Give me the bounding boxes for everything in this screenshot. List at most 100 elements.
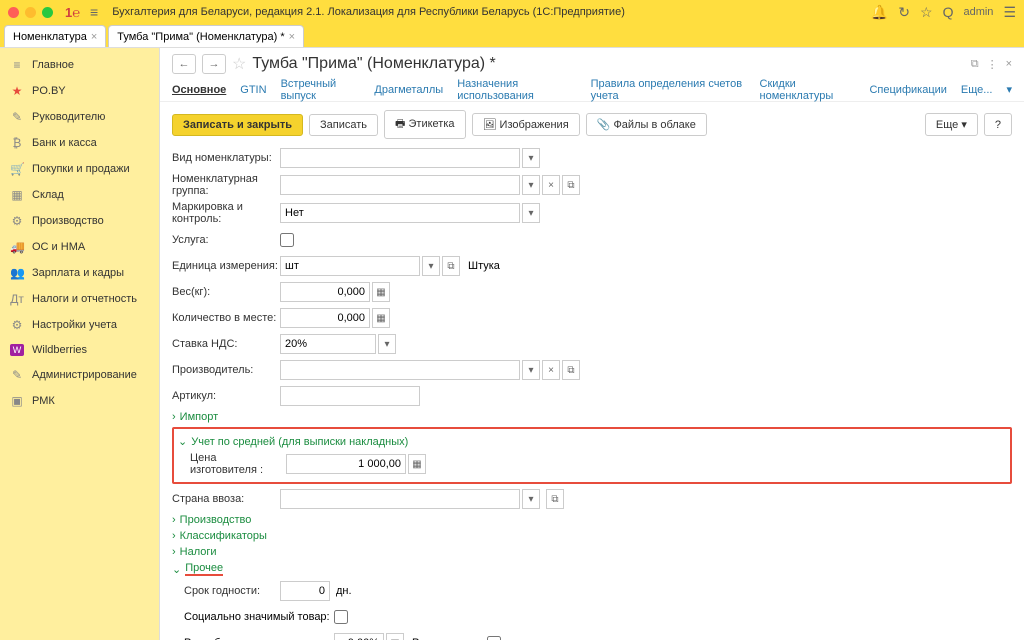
close-icon[interactable]: ×: [91, 31, 97, 43]
settings-icon[interactable]: ☰: [1003, 4, 1016, 21]
nav-warehouse[interactable]: ▦Склад: [0, 182, 159, 208]
nav-settings[interactable]: ⚙Настройки учета: [0, 312, 159, 338]
qty-field[interactable]: [280, 308, 370, 328]
minimize-window[interactable]: [25, 7, 36, 18]
tab-nomenclature[interactable]: Номенклатура ×: [4, 25, 106, 47]
link-icon[interactable]: ⧉: [971, 58, 979, 71]
section-avg[interactable]: Учет по средней (для выписки накладных): [178, 435, 1006, 448]
dropdown-icon[interactable]: ▾: [522, 148, 540, 168]
gear-icon: ⚙: [10, 318, 24, 332]
open-icon[interactable]: ⧉: [562, 360, 580, 380]
search-icon[interactable]: Q: [943, 4, 954, 20]
help-button[interactable]: ?: [984, 113, 1012, 136]
section-taxes[interactable]: Налоги: [172, 546, 1012, 558]
star-icon[interactable]: ☆: [920, 4, 933, 21]
tab-item[interactable]: Тумба "Прима" (Номенклатура) * ×: [108, 25, 304, 47]
section-import[interactable]: Импорт: [172, 411, 1012, 423]
tax-icon: Дт: [10, 292, 24, 306]
unit-field[interactable]: [280, 256, 420, 276]
subtab-more[interactable]: Еще...: [961, 84, 993, 96]
calc-icon[interactable]: ▦: [386, 633, 404, 640]
close-window[interactable]: [8, 7, 19, 18]
save-close-button[interactable]: Записать и закрыть: [172, 114, 303, 136]
label-button[interactable]: 🖶 Этикетка: [384, 110, 465, 139]
dropdown-icon[interactable]: ▾: [522, 360, 540, 380]
open-icon[interactable]: ⧉: [562, 175, 580, 195]
favorite-icon[interactable]: ☆: [232, 54, 246, 74]
unit-text: Штука: [468, 260, 500, 272]
people-icon: 👥: [10, 266, 24, 280]
subtab-gtin[interactable]: GTIN: [240, 84, 266, 96]
marking-field[interactable]: [280, 203, 520, 223]
files-button[interactable]: 📎 Файлы в облаке: [586, 113, 707, 136]
dropdown-icon[interactable]: ▾: [522, 203, 540, 223]
logo-1c: 1℮: [65, 5, 80, 20]
manufacturer-field[interactable]: [280, 360, 520, 380]
subtab-main[interactable]: Основное: [172, 84, 226, 96]
weight-field[interactable]: [280, 282, 370, 302]
nav-assets[interactable]: 🚚ОС и НМА: [0, 234, 159, 260]
nav-poby[interactable]: ★PO.BY: [0, 78, 159, 104]
shelf-unit: дн.: [336, 585, 352, 597]
nav-production[interactable]: ⚙Производство: [0, 208, 159, 234]
nav-taxes[interactable]: ДтНалоги и отчетность: [0, 286, 159, 312]
price-field[interactable]: [286, 454, 406, 474]
nav-sales[interactable]: 🛒Покупки и продажи: [0, 156, 159, 182]
subtab-specs[interactable]: Спецификации: [869, 84, 946, 96]
section-production[interactable]: Производство: [172, 514, 1012, 526]
clear-icon[interactable]: ×: [542, 175, 560, 195]
chevron-down-icon[interactable]: ▾: [1006, 83, 1012, 96]
images-button[interactable]: 🖼 Изображения: [472, 113, 580, 136]
star-icon: ★: [10, 84, 24, 98]
article-field[interactable]: [280, 386, 420, 406]
shelf-field[interactable]: [280, 581, 330, 601]
subtab-counter[interactable]: Встречный выпуск: [281, 78, 361, 102]
kind-label: Вид номенклатуры:: [172, 152, 280, 164]
subtab-usage[interactable]: Назначения использования: [457, 78, 576, 102]
page-title: Тумба "Прима" (Номенклатура) *: [252, 55, 495, 73]
calc-icon[interactable]: ▦: [408, 454, 426, 474]
back-button[interactable]: ←: [172, 54, 196, 74]
bell-icon[interactable]: 🔔: [871, 4, 888, 21]
service-checkbox[interactable]: [280, 233, 294, 247]
nav-rmk[interactable]: ▣РМК: [0, 388, 159, 414]
open-icon[interactable]: ⧉: [442, 256, 460, 276]
dropdown-icon[interactable]: ▾: [422, 256, 440, 276]
dropdown-icon[interactable]: ▾: [378, 334, 396, 354]
open-icon[interactable]: ⧉: [546, 489, 564, 509]
close-icon[interactable]: ×: [1006, 58, 1012, 71]
nav-admin[interactable]: ✎Администрирование: [0, 362, 159, 388]
nav-salary[interactable]: 👥Зарплата и кадры: [0, 260, 159, 286]
nav-wildberries[interactable]: WWildberries: [0, 338, 159, 362]
clear-icon[interactable]: ×: [542, 360, 560, 380]
nav-bank[interactable]: ₿Банк и касса: [0, 130, 159, 156]
forward-button[interactable]: →: [202, 54, 226, 74]
calc-icon[interactable]: ▦: [372, 282, 390, 302]
section-classifiers[interactable]: Классификаторы: [172, 530, 1012, 542]
country-field[interactable]: [280, 489, 520, 509]
vat-field[interactable]: [280, 334, 376, 354]
save-button[interactable]: Записать: [309, 114, 378, 136]
dropdown-icon[interactable]: ▾: [522, 489, 540, 509]
history-icon[interactable]: ↻: [898, 4, 910, 21]
subtab-metals[interactable]: Драгметаллы: [374, 84, 443, 96]
more-button[interactable]: Еще ▾: [925, 113, 978, 136]
more-icon[interactable]: ⋮: [987, 58, 998, 71]
regulated-checkbox[interactable]: [487, 636, 501, 640]
subtab-discounts[interactable]: Скидки номенклатуры: [760, 78, 856, 102]
maximize-window[interactable]: [42, 7, 53, 18]
social-checkbox[interactable]: [334, 610, 348, 624]
close-icon[interactable]: ×: [289, 31, 295, 43]
subtab-accounts[interactable]: Правила определения счетов учета: [591, 78, 746, 102]
dropdown-icon[interactable]: ▾: [522, 175, 540, 195]
importer-rent-field[interactable]: [334, 633, 384, 640]
section-other[interactable]: Прочее: [172, 562, 1012, 576]
group-field[interactable]: [280, 175, 520, 195]
rmk-icon: ▣: [10, 394, 24, 408]
menu-icon[interactable]: ≡: [90, 4, 98, 20]
nav-manager[interactable]: ✎Руководителю: [0, 104, 159, 130]
calc-icon[interactable]: ▦: [372, 308, 390, 328]
article-label: Артикул:: [172, 390, 280, 402]
kind-field[interactable]: [280, 148, 520, 168]
nav-main[interactable]: ≡Главное: [0, 52, 159, 78]
